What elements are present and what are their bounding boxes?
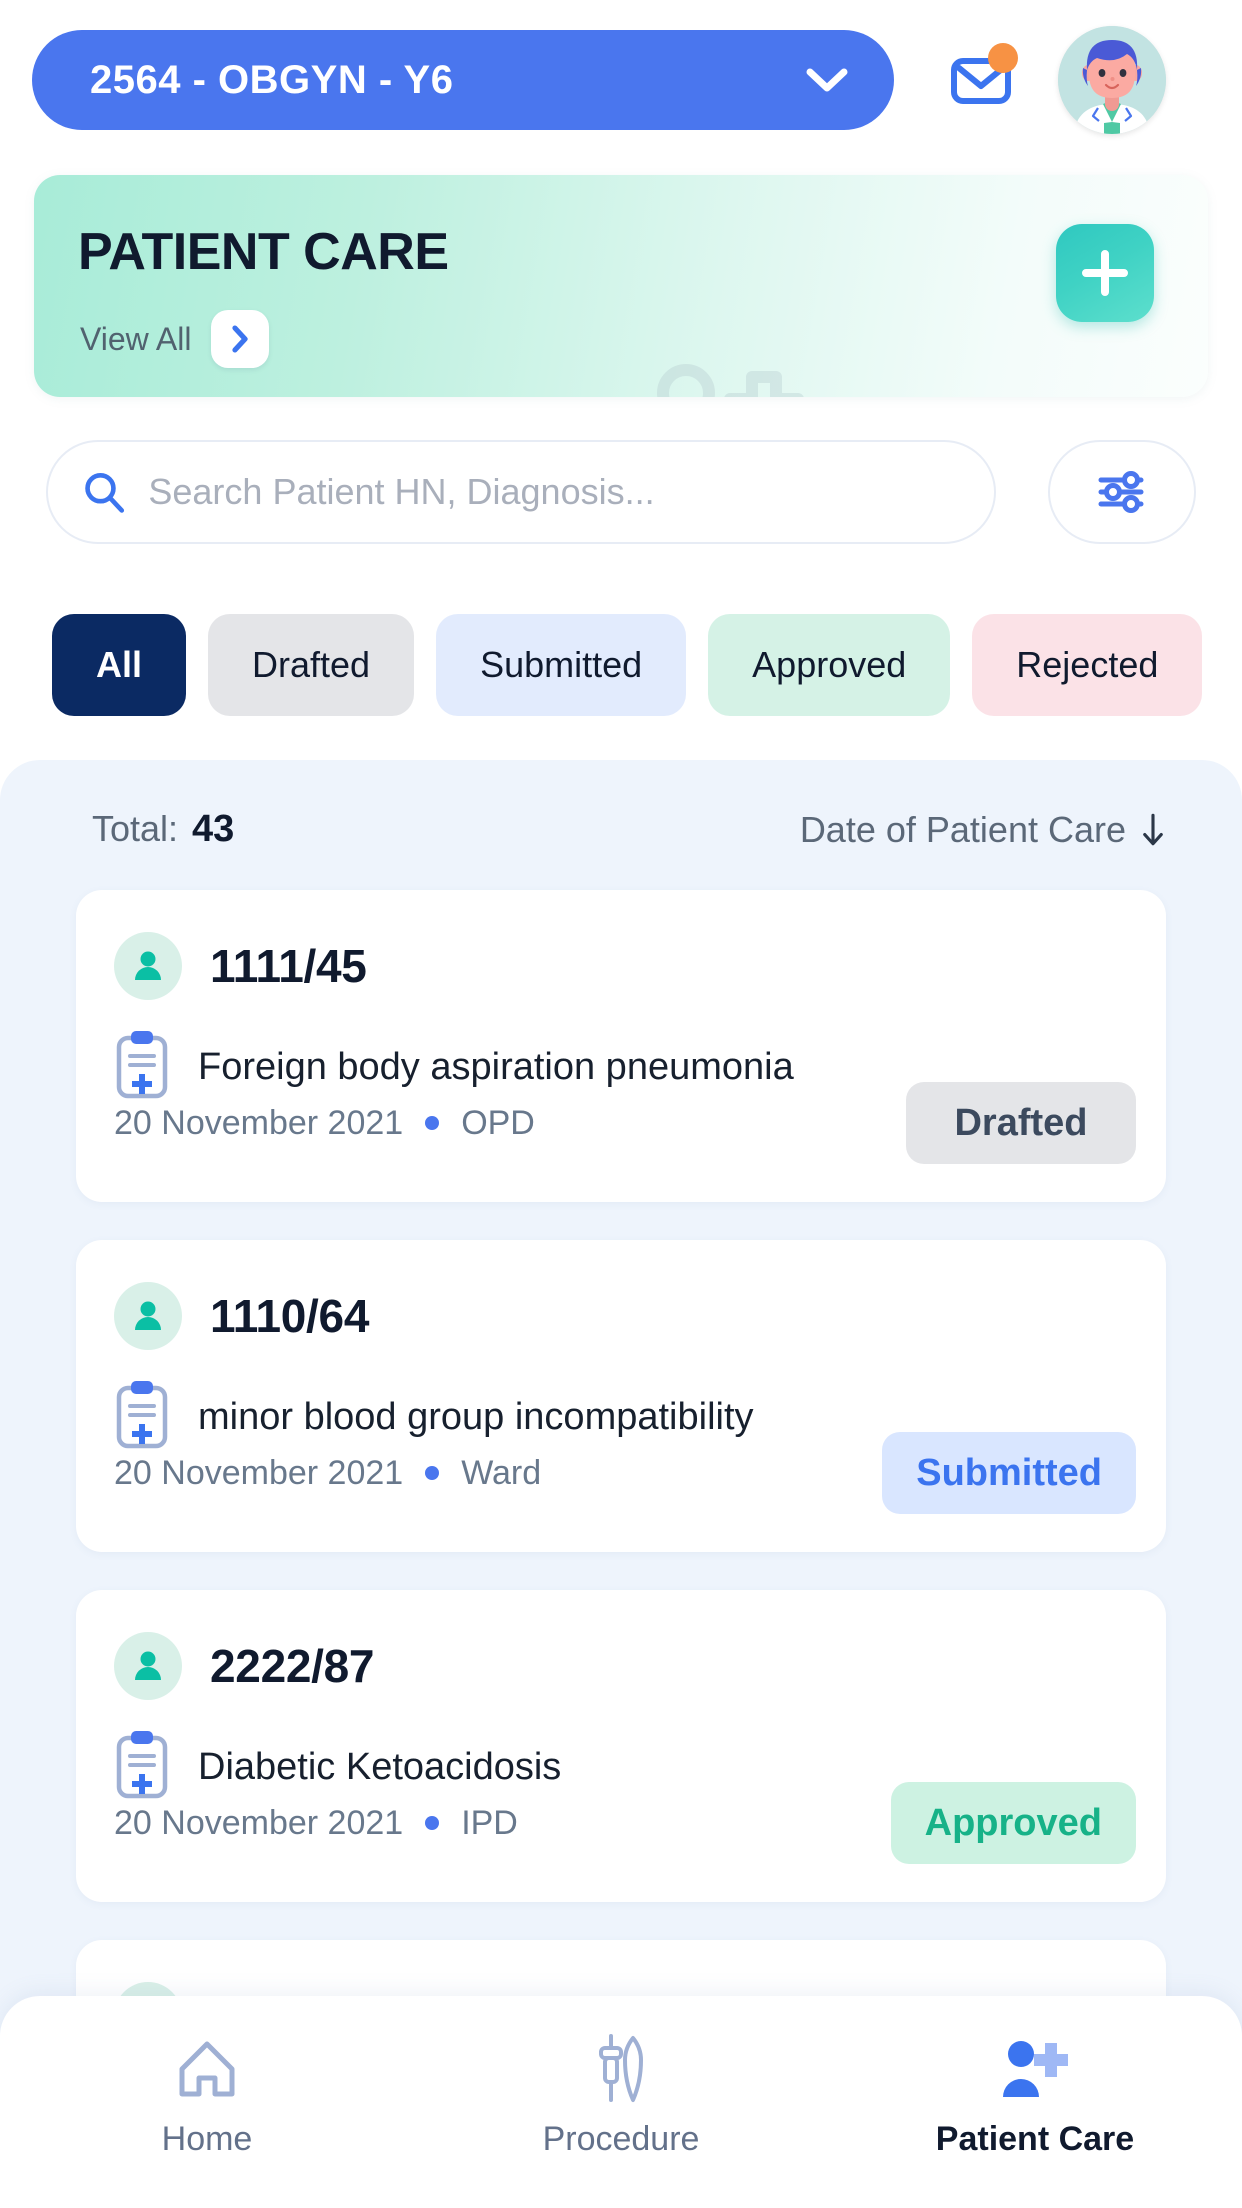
nav-item-patient-care[interactable]: Patient Care: [828, 2030, 1242, 2159]
view-all-label: View All: [80, 321, 191, 358]
card-patient-row: 2222/87: [114, 1632, 374, 1700]
care-type: Ward: [461, 1454, 541, 1493]
card-meta: 20 November 2021 IPD: [114, 1804, 518, 1843]
status-badge: Drafted: [906, 1082, 1136, 1164]
separator-dot: [425, 1466, 439, 1480]
person-plus-icon: [999, 2037, 1071, 2099]
nav-label: Procedure: [543, 2120, 700, 2159]
total-value: 43: [192, 808, 234, 851]
care-date: 20 November 2021: [114, 1454, 403, 1493]
person-icon: [128, 1296, 168, 1336]
filter-button[interactable]: [1048, 440, 1196, 544]
syringe-icon: [589, 2032, 653, 2104]
search-box[interactable]: [46, 440, 996, 544]
card-meta-row: 20 November 2021 OPD Drafted: [114, 1082, 1136, 1164]
care-type: OPD: [461, 1104, 535, 1143]
care-date: 20 November 2021: [114, 1104, 403, 1143]
patient-care-banner[interactable]: PATIENT CARE View All: [34, 175, 1208, 397]
patient-hn: 1110/64: [210, 1289, 369, 1343]
department-label: 2564 - OBGYN - Y6: [90, 58, 453, 103]
chevron-right-icon: [229, 324, 251, 354]
banner-title: PATIENT CARE: [78, 222, 449, 282]
status-badge: Approved: [891, 1782, 1136, 1864]
filter-chip-approved[interactable]: Approved: [708, 614, 950, 716]
bottom-navigation: Home Procedure Patient Care: [0, 1996, 1242, 2208]
search-icon: [82, 468, 126, 516]
top-bar: 2564 - OBGYN - Y6: [0, 0, 1242, 160]
person-icon: [128, 946, 168, 986]
total-label: Total:: [92, 808, 178, 850]
patient-care-card[interactable]: 1110/64 minor blood group incompatibilit…: [76, 1240, 1166, 1552]
card-patient-row: 1111/45: [114, 932, 367, 1000]
person-plus-icon: [999, 2030, 1071, 2106]
nav-item-home[interactable]: Home: [0, 2030, 414, 2159]
nav-label: Home: [162, 2120, 253, 2159]
care-date: 20 November 2021: [114, 1804, 403, 1843]
patient-care-card[interactable]: 1111/45 Foreign body aspiration pneumoni…: [76, 890, 1166, 1202]
filter-chip-drafted[interactable]: Drafted: [208, 614, 414, 716]
patient-care-list-panel: Total: 43 Date of Patient Care 1111/45 F…: [0, 760, 1242, 2208]
app-root: 2564 - OBGYN - Y6: [0, 0, 1242, 2208]
card-meta: 20 November 2021 OPD: [114, 1104, 535, 1143]
filter-chip-all[interactable]: All: [52, 614, 186, 716]
view-all-row[interactable]: View All: [80, 310, 269, 368]
syringe-icon: [589, 2030, 653, 2106]
care-type: IPD: [461, 1804, 518, 1843]
sort-label: Date of Patient Care: [800, 809, 1126, 851]
patient-hn: 1111/45: [210, 939, 367, 993]
card-meta: 20 November 2021 Ward: [114, 1454, 541, 1493]
status-badge: Submitted: [882, 1432, 1136, 1514]
total-count: Total: 43: [92, 808, 234, 851]
home-icon: [175, 2036, 239, 2100]
person-plus-icon: [634, 357, 824, 397]
person-icon: [114, 932, 182, 1000]
separator-dot: [425, 1116, 439, 1130]
person-icon: [128, 1646, 168, 1686]
view-all-button[interactable]: [211, 310, 269, 368]
person-icon: [114, 1632, 182, 1700]
list-header: Total: 43 Date of Patient Care: [0, 808, 1242, 851]
card-patient-row: 1110/64: [114, 1282, 369, 1350]
avatar[interactable]: [1058, 26, 1166, 134]
department-select[interactable]: 2564 - OBGYN - Y6: [32, 30, 894, 130]
sliders-filter-icon: [1095, 468, 1149, 516]
patient-hn: 2222/87: [210, 1639, 374, 1693]
arrow-down-icon: [1142, 811, 1164, 849]
card-meta-row: 20 November 2021 IPD Approved: [114, 1782, 1136, 1864]
filter-chip-submitted[interactable]: Submitted: [436, 614, 686, 716]
person-icon: [114, 1282, 182, 1350]
nav-item-procedure[interactable]: Procedure: [414, 2030, 828, 2159]
card-meta-row: 20 November 2021 Ward Submitted: [114, 1432, 1136, 1514]
chevron-down-icon: [806, 67, 848, 93]
mail-notification-badge: [988, 43, 1018, 73]
mail-button[interactable]: [942, 41, 1020, 119]
patient-care-card[interactable]: 2222/87 Diabetic Ketoacidosis 20 Novembe…: [76, 1590, 1166, 1902]
filter-chip-rejected[interactable]: Rejected: [972, 614, 1202, 716]
nav-label: Patient Care: [936, 2120, 1134, 2159]
sort-control[interactable]: Date of Patient Care: [800, 809, 1164, 851]
search-row: [46, 440, 1196, 544]
search-input[interactable]: [148, 471, 960, 513]
home-icon: [175, 2030, 239, 2106]
add-patient-care-button[interactable]: [1056, 224, 1154, 322]
separator-dot: [425, 1816, 439, 1830]
plus-icon: [1077, 245, 1133, 301]
status-filter-chips[interactable]: AllDraftedSubmittedApprovedRejected: [52, 614, 1242, 716]
